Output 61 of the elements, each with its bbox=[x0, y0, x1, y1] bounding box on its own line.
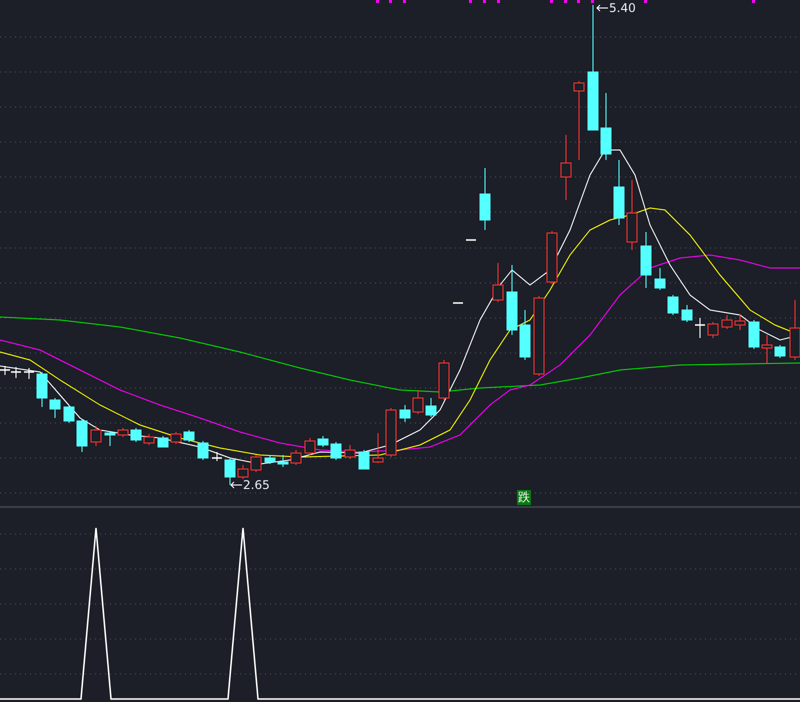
candlestick bbox=[386, 408, 396, 458]
candlestick bbox=[264, 454, 276, 464]
candlestick bbox=[158, 436, 168, 448]
candlestick bbox=[466, 239, 476, 241]
candlestick bbox=[118, 428, 128, 438]
candlestick bbox=[668, 294, 678, 316]
arrow-icon bbox=[596, 4, 608, 12]
candlestick bbox=[426, 398, 436, 418]
candlestick bbox=[438, 360, 450, 400]
candlestick bbox=[184, 430, 194, 442]
candlestick bbox=[560, 134, 572, 200]
candlestick bbox=[250, 454, 262, 472]
candlestick bbox=[170, 432, 182, 444]
candlestick bbox=[480, 168, 490, 230]
candlestick bbox=[76, 418, 88, 452]
arrow-icon bbox=[230, 481, 242, 489]
candlestick bbox=[372, 432, 384, 464]
candlestick bbox=[50, 398, 60, 418]
candlestick bbox=[614, 160, 624, 226]
candlestick bbox=[654, 268, 666, 290]
candlestick bbox=[144, 434, 154, 446]
candlestick bbox=[722, 314, 732, 330]
candlestick bbox=[224, 458, 236, 486]
candlestick bbox=[640, 232, 652, 288]
candlestick bbox=[748, 320, 760, 350]
candlestick bbox=[36, 372, 48, 408]
candlestick bbox=[212, 452, 222, 462]
candlestick bbox=[546, 230, 558, 284]
signal-label: 跌 bbox=[517, 490, 531, 505]
low-price-label: 2.65 bbox=[243, 478, 270, 492]
candlestick bbox=[290, 450, 302, 466]
high-price-label: 5.40 bbox=[609, 1, 636, 15]
candlestick bbox=[278, 454, 288, 468]
candlestick bbox=[318, 436, 328, 448]
candlestick bbox=[708, 322, 718, 338]
candlestick bbox=[774, 344, 786, 358]
candlestick bbox=[104, 432, 116, 446]
candlestick bbox=[198, 440, 208, 460]
candlestick bbox=[506, 264, 518, 336]
candlestick bbox=[130, 428, 142, 442]
candlestick bbox=[453, 302, 463, 304]
candlestick bbox=[64, 404, 74, 424]
candlestick bbox=[238, 464, 248, 480]
candlestick bbox=[682, 304, 692, 322]
candlestick bbox=[11, 366, 21, 378]
candlestick bbox=[626, 180, 638, 250]
candlestick bbox=[304, 438, 316, 456]
candlestick bbox=[412, 390, 424, 414]
candlestick bbox=[344, 444, 356, 460]
candlestick bbox=[695, 318, 705, 338]
candlestick bbox=[762, 334, 772, 364]
candlestick bbox=[600, 92, 612, 160]
candlestick bbox=[734, 314, 746, 330]
candlestick bbox=[400, 404, 410, 422]
candlestick bbox=[492, 262, 504, 302]
candlestick bbox=[330, 442, 342, 460]
candlestick bbox=[90, 426, 102, 446]
candlestick bbox=[358, 450, 370, 470]
candlestick bbox=[0, 366, 10, 376]
candlestick bbox=[520, 310, 530, 360]
candlestick bbox=[24, 368, 34, 380]
